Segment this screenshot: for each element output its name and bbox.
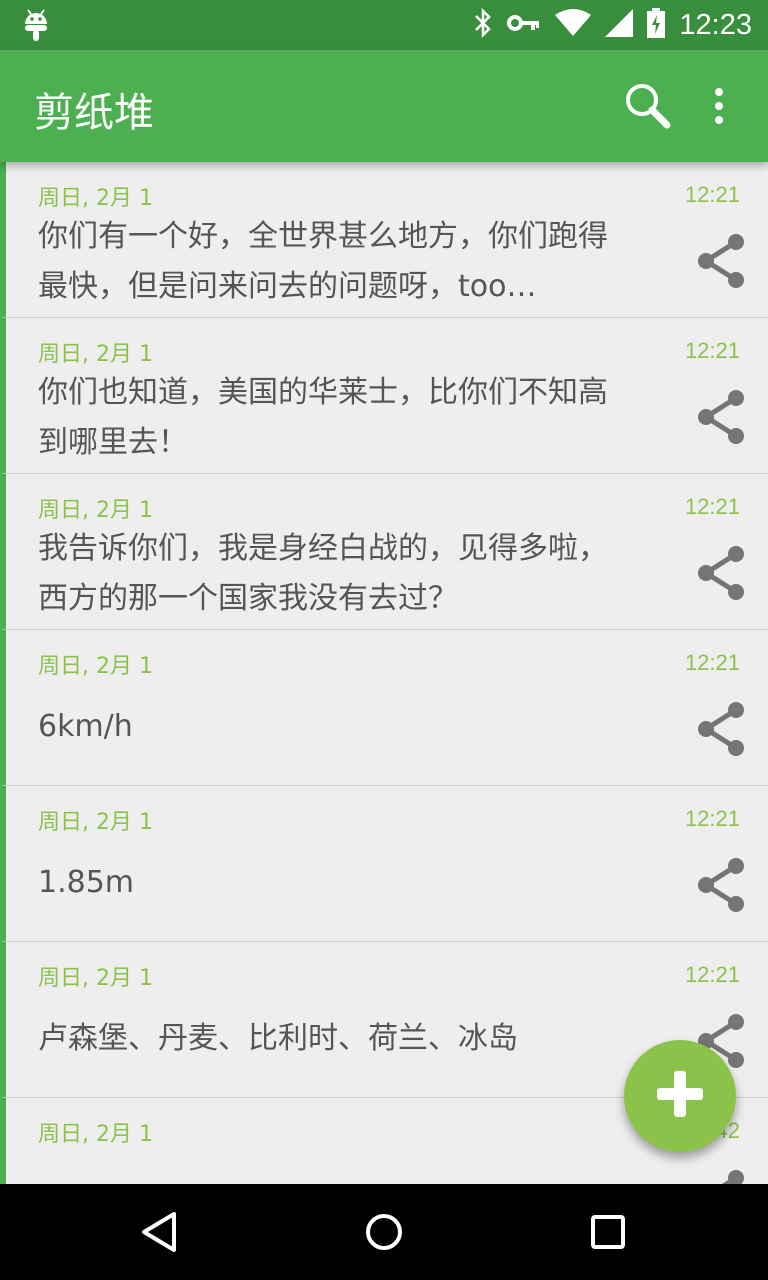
share-icon[interactable] <box>694 700 748 762</box>
clip-text: 你们有一个好，全世界甚么地方，你们跑得最快，但是问来问去的问题呀，too… <box>38 219 608 304</box>
clip-date: 周日, 2月 1 <box>38 654 153 679</box>
clip-date: 周日, 2月 1 <box>38 966 153 991</box>
recents-icon[interactable] <box>584 1208 632 1260</box>
clip-time: 12:21 <box>684 650 740 675</box>
clip-text: 我告诉你们，我是身经白战的，见得多啦，西方的那一个国家我没有去过？ <box>38 531 608 616</box>
share-icon[interactable] <box>694 232 748 294</box>
clip-time: 12:21 <box>684 962 740 987</box>
clip-item[interactable]: 周日, 2月 1 12:21 你们也知道，美国的华莱士，比你们不知高到哪里去！ <box>0 318 768 474</box>
clip-date: 周日, 2月 1 <box>38 1122 153 1147</box>
clip-time: 12:21 <box>684 806 740 831</box>
add-icon <box>655 1069 705 1123</box>
android-icon <box>22 8 50 46</box>
search-icon[interactable] <box>622 80 672 134</box>
status-bar: 12:23 <box>0 0 768 50</box>
clip-date: 周日, 2月 1 <box>38 498 153 523</box>
wifi-icon <box>555 9 592 41</box>
clock: 12:23 <box>679 8 752 41</box>
navigation-bar <box>0 1184 768 1280</box>
clip-text: 6km/h <box>38 709 133 744</box>
vpn-key-icon <box>507 13 541 37</box>
clip-item[interactable]: 周日, 2月 1 12:21 1.85m <box>0 786 768 942</box>
clip-text: 卢森堡、丹麦、比利时、荷兰、冰岛 <box>38 1021 518 1056</box>
clip-item[interactable]: 周日, 2月 1 12:21 6km/h <box>0 630 768 786</box>
clip-time: 12:21 <box>684 494 740 519</box>
home-icon[interactable] <box>360 1208 408 1260</box>
clip-date: 周日, 2月 1 <box>38 342 153 367</box>
app-title: 剪纸堆 <box>34 90 154 136</box>
app-bar: 剪纸堆 <box>0 50 768 162</box>
share-icon[interactable] <box>694 1168 748 1184</box>
share-icon[interactable] <box>694 388 748 450</box>
clip-list[interactable]: 周日, 2月 1 12:21 你们有一个好，全世界甚么地方，你们跑得最快，但是问… <box>0 162 768 1184</box>
battery-charging-icon <box>647 8 666 42</box>
clip-time: 12:21 <box>684 182 740 207</box>
clip-date: 周日, 2月 1 <box>38 810 153 835</box>
clip-time: 12:21 <box>684 338 740 363</box>
back-icon[interactable] <box>136 1208 184 1260</box>
more-vert-icon[interactable] <box>704 86 734 130</box>
share-icon[interactable] <box>694 544 748 606</box>
clip-date: 周日, 2月 1 <box>38 186 153 211</box>
add-clip-button[interactable] <box>624 1040 736 1152</box>
clip-text: 1.85m <box>38 865 135 900</box>
clip-text: 你们也知道，美国的华莱士，比你们不知高到哪里去！ <box>38 375 608 460</box>
clip-item[interactable]: 周日, 2月 1 12:21 我告诉你们，我是身经白战的，见得多啦，西方的那一个… <box>0 474 768 630</box>
cell-signal-icon <box>605 9 634 41</box>
bluetooth-icon <box>473 7 493 42</box>
clip-item[interactable]: 周日, 2月 1 12:21 你们有一个好，全世界甚么地方，你们跑得最快，但是问… <box>0 162 768 318</box>
share-icon[interactable] <box>694 856 748 918</box>
